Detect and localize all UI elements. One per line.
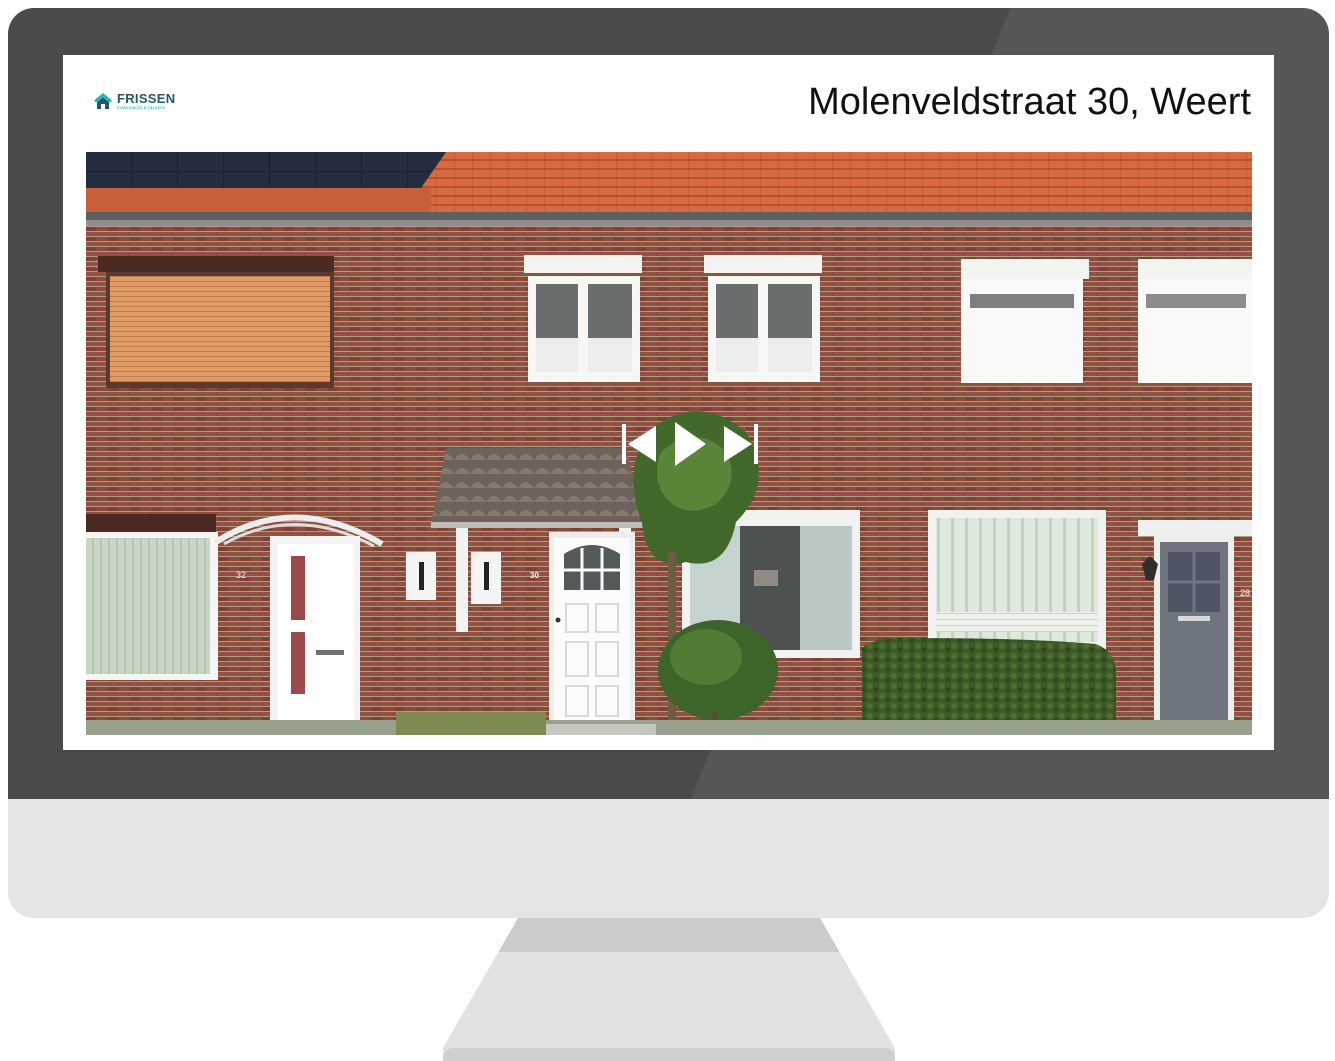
monitor-chin [8, 799, 1329, 918]
monitor-stand-foot [443, 1048, 895, 1061]
house-number-main: 30 [530, 571, 539, 580]
house-icon [94, 93, 112, 110]
skip-previous-icon[interactable] [620, 422, 660, 466]
house-number-right: 28 [1240, 588, 1250, 598]
brand-name: FRISSEN [117, 91, 176, 106]
listing-title: Molenveldstraat 30, Weert [808, 81, 1251, 123]
media-controls [620, 422, 760, 466]
skip-next-icon[interactable] [720, 422, 760, 466]
brand-tagline: makelaardij & taxaties [117, 105, 166, 110]
brand-logo[interactable]: FRISSEN makelaardij & taxaties [93, 92, 175, 111]
house-number-left: 32 [236, 570, 246, 580]
play-icon[interactable] [672, 420, 708, 468]
screen: FRISSEN makelaardij & taxaties Molenveld… [63, 55, 1274, 750]
house-photo[interactable]: 32 30 28 [86, 152, 1252, 735]
monitor-stand [443, 918, 895, 1061]
